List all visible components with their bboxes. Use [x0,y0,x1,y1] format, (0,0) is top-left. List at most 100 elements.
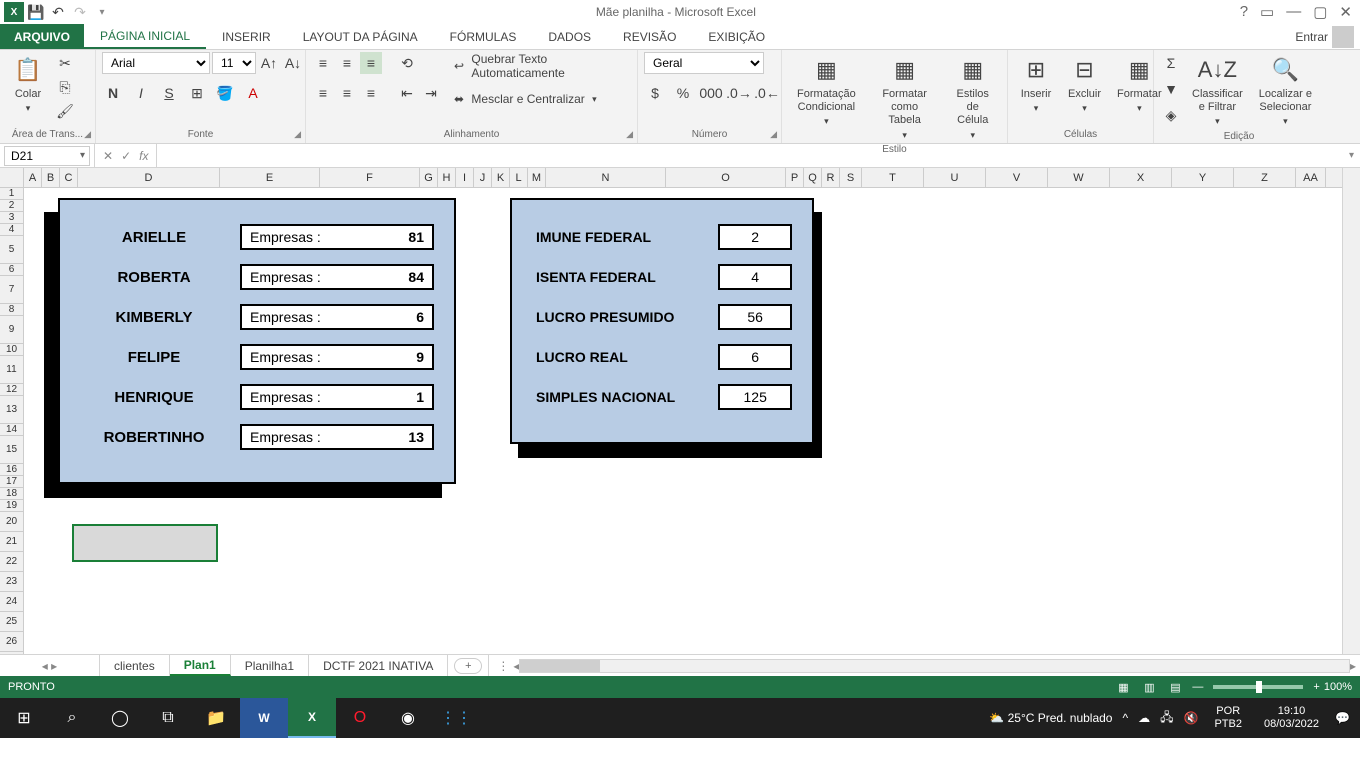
column-header[interactable]: U [924,168,986,187]
sheet-nav[interactable]: ◂ ▸ [0,655,100,676]
increase-decimal-icon[interactable]: .0→ [728,82,750,104]
column-header[interactable]: F [320,168,420,187]
formula-input[interactable] [157,146,1343,166]
column-header[interactable]: L [510,168,528,187]
cortana-icon[interactable]: ◯ [96,698,144,738]
tab-review[interactable]: REVISÃO [607,24,692,49]
enter-formula-icon[interactable]: ✓ [121,149,131,163]
tab-formulas[interactable]: FÓRMULAS [434,24,533,49]
row-header[interactable]: 14 [0,424,23,436]
row-header[interactable]: 12 [0,384,23,396]
chrome-icon[interactable]: ◉ [384,698,432,738]
task-view-icon[interactable]: ⧉ [144,698,192,738]
find-select-button[interactable]: 🔍Localizar e Selecionar▾ [1253,52,1318,129]
qat-dropdown-icon[interactable]: ▾ [92,2,112,22]
row-header[interactable]: 8 [0,304,23,316]
column-header[interactable]: P [786,168,804,187]
orientation-icon[interactable]: ⟲ [396,52,418,74]
horizontal-scrollbar[interactable]: ⋮ ◂ ▸ [488,655,1360,676]
select-all-button[interactable] [0,168,24,188]
sheet-tab[interactable]: clientes [100,655,170,676]
conditional-format-button[interactable]: ▦Formatação Condicional▾ [788,52,865,129]
sheet-tab[interactable]: DCTF 2021 INATIVA [309,655,448,676]
column-header[interactable]: R [822,168,840,187]
clear-icon[interactable]: ◈ [1160,104,1182,126]
comma-icon[interactable]: 000 [700,82,722,104]
row-header[interactable]: 24 [0,592,23,612]
row-header[interactable]: 10 [0,344,23,356]
column-header[interactable]: B [42,168,60,187]
dialog-launcher-icon[interactable]: ◢ [626,129,633,140]
row-header[interactable]: 23 [0,572,23,592]
expand-formula-icon[interactable]: ▾ [1343,150,1360,161]
column-header[interactable]: A [24,168,42,187]
row-header[interactable]: 9 [0,316,23,344]
onedrive-icon[interactable]: ☁ [1138,711,1150,725]
row-headers[interactable]: 1234567891011121314151617181920212223242… [0,188,24,654]
tab-file[interactable]: ARQUIVO [0,24,84,49]
underline-button[interactable]: S [158,82,180,104]
fill-color-icon[interactable]: 🪣 [214,82,236,104]
tab-view[interactable]: EXIBIÇÃO [692,24,781,49]
row-header[interactable]: 21 [0,532,23,552]
column-header[interactable]: K [492,168,510,187]
tab-home[interactable]: PÁGINA INICIAL [84,24,206,49]
row-header[interactable]: 1 [0,188,23,200]
column-header[interactable]: H [438,168,456,187]
dialog-launcher-icon[interactable]: ◢ [770,129,777,140]
row-header[interactable]: 15 [0,436,23,464]
normal-view-icon[interactable]: ▦ [1110,678,1136,696]
row-header[interactable]: 11 [0,356,23,384]
column-header[interactable]: N [546,168,666,187]
align-center-icon[interactable]: ≡ [336,82,358,104]
row-header[interactable]: 20 [0,512,23,532]
column-header[interactable]: M [528,168,546,187]
row-header[interactable]: 7 [0,276,23,304]
help-icon[interactable]: ? [1240,3,1248,21]
decrease-font-icon[interactable]: A↓ [282,52,304,74]
dialog-launcher-icon[interactable]: ◢ [294,129,301,140]
paste-button[interactable]: 📋 Colar ▾ [6,52,50,116]
align-left-icon[interactable]: ≡ [312,82,334,104]
row-header[interactable]: 6 [0,264,23,276]
row-header[interactable]: 16 [0,464,23,476]
page-layout-view-icon[interactable]: ▥ [1136,678,1162,696]
word-icon[interactable]: W [240,698,288,738]
align-top-icon[interactable]: ≡ [312,52,334,74]
volume-icon[interactable]: 🔇 [1184,711,1199,725]
maximize-icon[interactable]: ▢ [1313,3,1327,21]
row-header[interactable]: 26 [0,632,23,652]
row-header[interactable]: 18 [0,488,23,500]
vscode-icon[interactable]: ⋮⋮ [432,698,480,738]
column-header[interactable]: S [840,168,862,187]
vertical-scrollbar[interactable] [1342,168,1360,654]
column-header[interactable]: T [862,168,924,187]
decrease-indent-icon[interactable]: ⇤ [396,82,418,104]
border-icon[interactable]: ⊞ [186,82,208,104]
column-header[interactable]: V [986,168,1048,187]
column-headers[interactable]: ABCDEFGHIJKLMNOPQRSTUVWXYZAA [24,168,1342,188]
tab-data[interactable]: DADOS [532,24,607,49]
minimize-icon[interactable]: — [1286,3,1301,21]
sheet-tab[interactable]: Planilha1 [231,655,309,676]
font-color-icon[interactable]: A [242,82,264,104]
column-header[interactable]: X [1110,168,1172,187]
autosum-icon[interactable]: Σ [1160,52,1182,74]
language-indicator[interactable]: PORPTB2 [1208,705,1248,731]
row-header[interactable]: 17 [0,476,23,488]
align-middle-icon[interactable]: ≡ [336,52,358,74]
row-header[interactable]: 3 [0,212,23,224]
zoom-slider[interactable] [1213,685,1303,689]
fx-icon[interactable]: fx [139,149,148,163]
close-icon[interactable]: ✕ [1339,3,1352,21]
start-button[interactable]: ⊞ [0,698,48,738]
column-header[interactable]: Z [1234,168,1296,187]
save-icon[interactable]: 💾 [26,2,46,22]
font-size-select[interactable]: 11 [212,52,256,74]
notifications-icon[interactable]: 💬 [1335,711,1350,725]
row-header[interactable]: 5 [0,236,23,264]
cell-styles-button[interactable]: ▦Estilos de Célula▾ [944,52,1001,142]
column-header[interactable]: I [456,168,474,187]
add-sheet-button[interactable]: + [454,658,482,674]
weather-widget[interactable]: ⛅ 25°C Pred. nublado [989,711,1112,725]
